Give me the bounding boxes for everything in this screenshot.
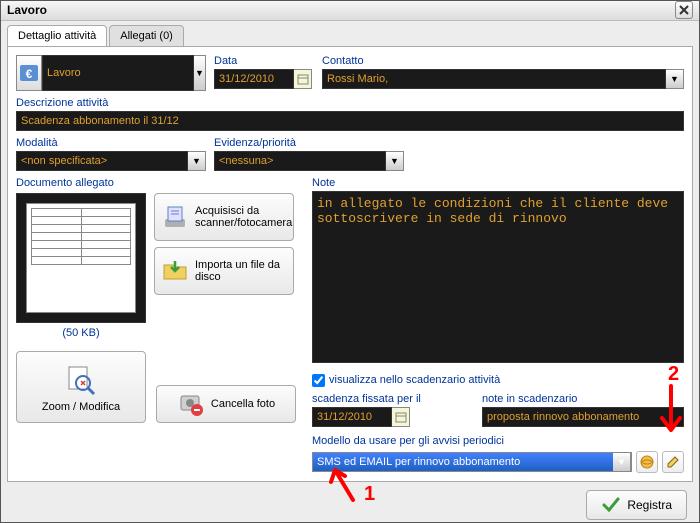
document-thumbnail[interactable]	[16, 193, 146, 323]
delete-photo-icon	[177, 390, 205, 418]
import-button-label: Importa un file da disco	[195, 259, 287, 283]
note-textarea[interactable]	[312, 191, 684, 363]
model-combo-value: SMS ed EMAIL per rinnovo abbonamento	[313, 453, 613, 471]
description-label: Descrizione attività	[16, 97, 684, 109]
model-edit-button[interactable]	[662, 451, 684, 473]
mode-dropdown-button[interactable]: ▼	[188, 151, 206, 171]
schedule-note-input[interactable]	[482, 407, 684, 427]
scanner-icon	[161, 201, 189, 233]
register-button[interactable]: Registra	[586, 490, 687, 520]
date-input[interactable]	[214, 69, 294, 89]
description-input[interactable]	[16, 111, 684, 131]
contact-input[interactable]	[322, 69, 666, 89]
mode-label: Modalità	[16, 137, 206, 149]
type-icon: €	[16, 55, 42, 91]
tab-detail[interactable]: Dettaglio attività	[7, 25, 107, 46]
date-picker-button[interactable]	[294, 69, 312, 89]
model-dropdown-button[interactable]: ▼	[613, 452, 631, 472]
globe-icon	[639, 454, 655, 470]
cancel-photo-button[interactable]: Cancella foto	[156, 385, 296, 423]
priority-input[interactable]	[214, 151, 386, 171]
pencil-icon	[665, 454, 681, 470]
zoom-button-label: Zoom / Modifica	[42, 401, 120, 413]
check-icon	[601, 495, 621, 515]
close-button[interactable]	[675, 1, 693, 19]
model-label: Modello da usare per gli avvisi periodic…	[312, 435, 684, 447]
magnifier-icon	[63, 361, 99, 397]
schedule-note-label: note in scadenzario	[482, 393, 684, 405]
calendar-icon	[395, 411, 407, 423]
zoom-modify-button[interactable]: Zoom / Modifica	[16, 351, 146, 423]
schedule-checkbox-label[interactable]: visualizza nello scadenzario attività	[329, 374, 500, 386]
document-label: Documento allegato	[16, 177, 302, 189]
titlebar: Lavoro	[1, 1, 699, 21]
import-button[interactable]: Importa un file da disco	[154, 247, 294, 295]
file-size-label: (50 KB)	[16, 327, 146, 339]
calendar-icon	[297, 73, 309, 85]
deadline-label: scadenza fissata per il	[312, 393, 462, 405]
contact-dropdown-button[interactable]: ▼	[666, 69, 684, 89]
model-view-button[interactable]	[636, 451, 658, 473]
register-button-label: Registra	[627, 498, 672, 512]
cancel-button-label: Cancella foto	[211, 398, 275, 410]
note-label: Note	[312, 177, 684, 189]
priority-label: Evidenza/priorità	[214, 137, 404, 149]
deadline-date-input[interactable]	[312, 407, 392, 427]
deadline-date-picker-button[interactable]	[392, 407, 410, 427]
type-dropdown-button[interactable]: ▼	[194, 55, 206, 91]
priority-dropdown-button[interactable]: ▼	[386, 151, 404, 171]
scan-button-label: Acquisisci da scanner/fotocamera	[195, 205, 292, 229]
close-icon	[679, 5, 689, 15]
model-combo[interactable]: SMS ed EMAIL per rinnovo abbonamento ▼	[312, 452, 632, 472]
tab-bar: Dettaglio attività Allegati (0)	[1, 21, 699, 46]
footer: Registra	[1, 488, 699, 522]
folder-import-icon	[161, 255, 189, 287]
svg-text:€: €	[26, 67, 33, 81]
tab-attachments[interactable]: Allegati (0)	[109, 25, 184, 46]
contact-label: Contatto	[322, 55, 684, 67]
scan-button[interactable]: Acquisisci da scanner/fotocamera	[154, 193, 294, 241]
content-panel: € ▼ Data Contatto ▼	[7, 46, 693, 482]
window-title: Lavoro	[7, 3, 47, 17]
date-label: Data	[214, 55, 314, 67]
schedule-checkbox[interactable]	[312, 374, 325, 387]
mode-input[interactable]	[16, 151, 188, 171]
type-input[interactable]	[42, 55, 194, 91]
